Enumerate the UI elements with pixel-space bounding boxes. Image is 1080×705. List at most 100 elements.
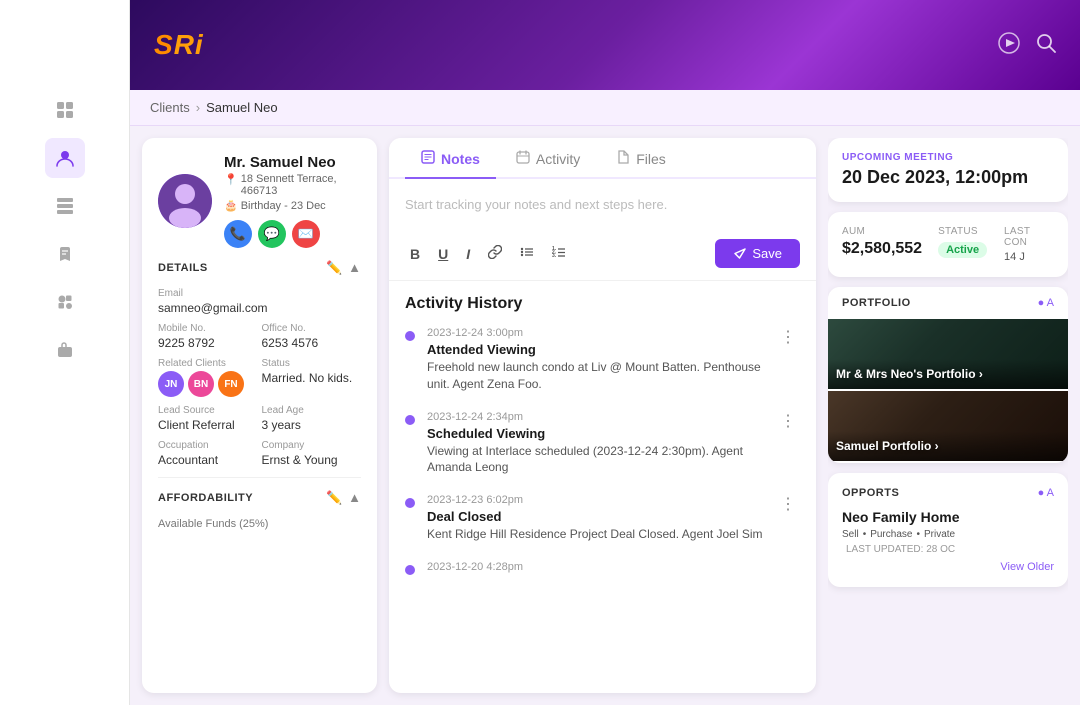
opport-tag-sep2: • <box>916 529 920 540</box>
tab-files[interactable]: Files <box>600 138 682 179</box>
meeting-label: UPCOMING MEETING <box>842 152 1054 163</box>
portfolio-card: PORTFOLIO ● A Mr & Mrs Neo's Portfolio ›… <box>828 287 1068 463</box>
breadcrumb-separator: › <box>196 100 200 115</box>
edit-icon[interactable]: ✏️ <box>326 260 342 276</box>
last-contact-stat: LAST CON 14 J <box>1004 226 1054 263</box>
related-clients-field: Related Clients JN BN FN <box>158 358 258 397</box>
activity-time: 2023-12-23 6:02pm <box>427 494 764 506</box>
files-tab-icon <box>616 150 630 167</box>
sidebar-item-widgets[interactable] <box>45 282 85 322</box>
opport-name: Neo Family Home <box>842 509 1054 525</box>
opport-tag-sell: Sell <box>842 529 859 540</box>
tab-notes[interactable]: Notes <box>405 138 496 179</box>
tabs-bar: Notes Activity <box>389 138 816 179</box>
sidebar-item-contacts[interactable] <box>45 138 85 178</box>
portfolio-action[interactable]: ● A <box>1038 297 1054 309</box>
editor-toolbar: B U I <box>405 239 800 268</box>
right-panel: UPCOMING MEETING 20 Dec 2023, 12:00pm AU… <box>828 138 1068 693</box>
portfolio-label-1: Mr & Mrs Neo's Portfolio › <box>828 359 1068 389</box>
mobile-field: Mobile No. 9225 8792 <box>158 323 258 350</box>
portfolio-item-1[interactable]: Mr & Mrs Neo's Portfolio › <box>828 319 1068 389</box>
unordered-list-button[interactable] <box>515 242 539 265</box>
occupation-field: Occupation Accountant <box>158 440 258 467</box>
details-section-header: DETAILS ✏️ ▲ <box>158 260 361 280</box>
link-button[interactable] <box>483 242 507 265</box>
content-area: Mr. Samuel Neo 📍 18 Sennett Terrace, 466… <box>130 126 1080 705</box>
opport-tag-private: Private <box>924 529 955 540</box>
detail-grid: Email samneo@gmail.com Mobile No. 9225 8… <box>158 288 361 467</box>
related-bn[interactable]: BN <box>188 371 214 397</box>
breadcrumb-current: Samuel Neo <box>206 100 278 115</box>
afford-collapse-icon[interactable]: ▲ <box>348 490 361 506</box>
sidebar-item-briefcase[interactable] <box>45 330 85 370</box>
activity-content: 2023-12-20 4:28pm <box>427 561 800 576</box>
stats-card: AUM $2,580,552 STATUS Active LAST CON 14… <box>828 212 1068 277</box>
middle-panel: Notes Activity <box>389 138 816 693</box>
activity-item: 2023-12-24 2:34pm Scheduled Viewing View… <box>405 411 800 477</box>
play-button[interactable] <box>998 32 1020 59</box>
activity-more-icon[interactable]: ⋮ <box>776 411 800 477</box>
activity-dot <box>405 498 415 508</box>
status-field: Status Married. No kids. <box>262 358 362 397</box>
activity-more-icon[interactable]: ⋮ <box>776 494 800 543</box>
related-fn[interactable]: FN <box>218 371 244 397</box>
section-actions: ✏️ ▲ <box>326 260 361 276</box>
sidebar-item-grid[interactable] <box>45 90 85 130</box>
affordability-actions: ✏️ ▲ <box>326 490 361 506</box>
notes-placeholder[interactable]: Start tracking your notes and next steps… <box>405 191 800 231</box>
tab-notes-label: Notes <box>441 151 480 167</box>
breadcrumb-parent[interactable]: Clients <box>150 100 190 115</box>
breadcrumb: Clients › Samuel Neo <box>130 90 1080 126</box>
italic-button[interactable]: I <box>461 243 475 265</box>
main-header: SRi <box>130 0 1080 90</box>
svg-text:3.: 3. <box>552 253 557 259</box>
opport-tag-purchase: Purchase <box>870 529 912 540</box>
activity-content: 2023-12-24 2:34pm Scheduled Viewing View… <box>427 411 764 477</box>
phone-icon[interactable]: 📞 <box>224 220 252 248</box>
activity-more-icon[interactable]: ⋮ <box>776 327 800 393</box>
birthday-icon: 🎂 <box>224 199 238 212</box>
related-jn[interactable]: JN <box>158 371 184 397</box>
client-info: Mr. Samuel Neo 📍 18 Sennett Terrace, 466… <box>224 154 361 248</box>
portfolio-header: PORTFOLIO ● A <box>828 287 1068 319</box>
bold-button[interactable]: B <box>405 243 425 265</box>
tab-activity-label: Activity <box>536 151 580 167</box>
activity-item: 2023-12-24 3:00pm Attended Viewing Freeh… <box>405 327 800 393</box>
whatsapp-icon[interactable]: 💬 <box>258 220 286 248</box>
view-older-button[interactable]: View Older <box>842 561 1054 573</box>
details-title: DETAILS <box>158 262 208 274</box>
sidebar-item-table[interactable] <box>45 186 85 226</box>
email-icon[interactable]: ✉️ <box>292 220 320 248</box>
toolbar-btns: B U I <box>405 242 571 265</box>
contact-icons: 📞 💬 ✉️ <box>224 220 361 248</box>
location-icon: 📍 <box>224 173 238 186</box>
ordered-list-button[interactable]: 1. 2. 3. <box>547 242 571 265</box>
client-name: Mr. Samuel Neo <box>224 154 361 171</box>
search-button[interactable] <box>1036 33 1056 58</box>
opport-tag-updated: LAST UPDATED: 28 OC <box>846 544 955 555</box>
logo-text: SRi <box>154 29 204 60</box>
opports-header: OPPORTS ● A <box>842 487 1054 499</box>
collapse-icon[interactable]: ▲ <box>348 260 361 276</box>
activity-section: Activity History 2023-12-24 3:00pm Atten… <box>389 281 816 693</box>
notes-tab-icon <box>421 150 435 167</box>
sidebar-item-book[interactable] <box>45 234 85 274</box>
avatar <box>158 174 212 228</box>
save-button[interactable]: Save <box>715 239 800 268</box>
activity-title: Activity History <box>405 295 800 313</box>
portfolio-item-2[interactable]: Samuel Portfolio › <box>828 391 1068 461</box>
activity-dot <box>405 415 415 425</box>
lead-age-field: Lead Age 3 years <box>262 405 362 432</box>
stats-row: AUM $2,580,552 STATUS Active LAST CON 14… <box>842 226 1054 263</box>
afford-edit-icon[interactable]: ✏️ <box>326 490 342 506</box>
opports-action[interactable]: ● A <box>1038 487 1054 499</box>
opports-title: OPPORTS <box>842 487 899 499</box>
opports-card: OPPORTS ● A Neo Family Home Sell • Purch… <box>828 473 1068 587</box>
activity-name: Deal Closed <box>427 509 764 524</box>
tab-activity[interactable]: Activity <box>500 138 596 179</box>
activity-tab-icon <box>516 150 530 167</box>
underline-button[interactable]: U <box>433 243 453 265</box>
aum-stat: AUM $2,580,552 <box>842 226 922 263</box>
status-badge: Active <box>938 242 987 258</box>
meeting-card: UPCOMING MEETING 20 Dec 2023, 12:00pm <box>828 138 1068 202</box>
